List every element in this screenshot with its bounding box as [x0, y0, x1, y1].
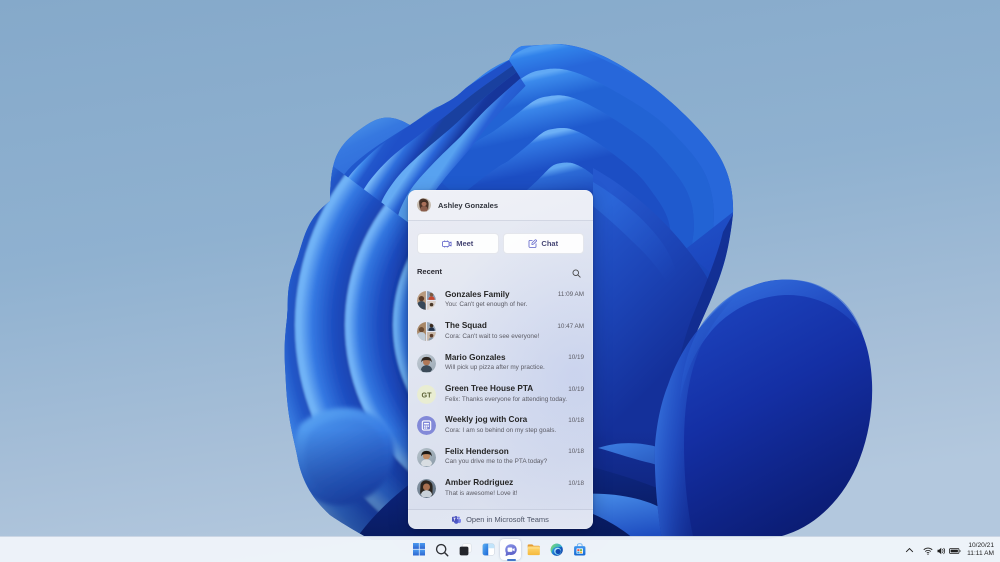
svg-text:GT: GT: [421, 391, 432, 400]
